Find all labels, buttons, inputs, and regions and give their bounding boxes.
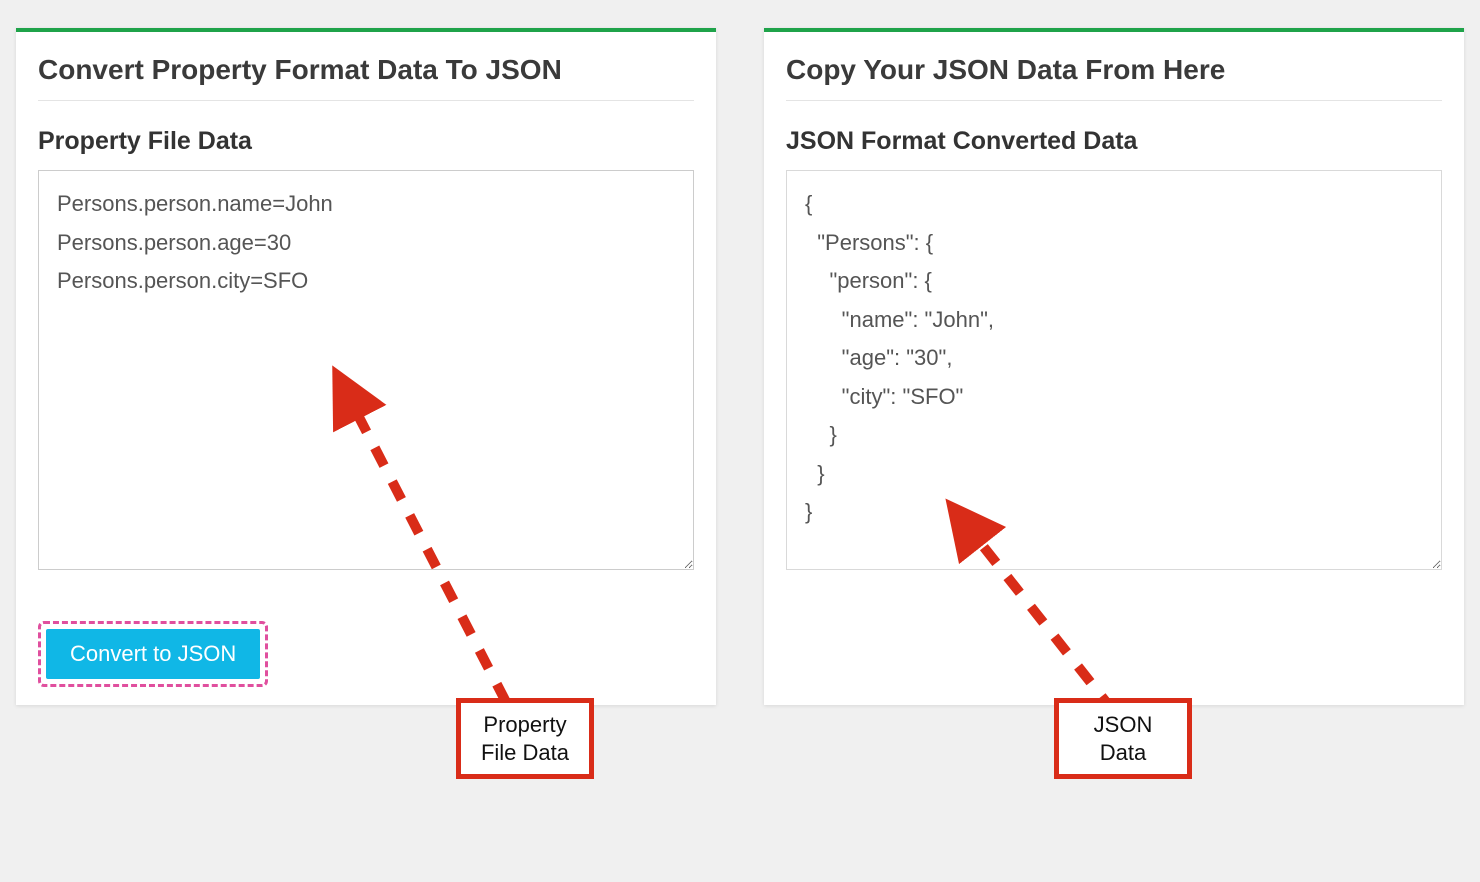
property-file-annotation: PropertyFile Data [456, 698, 594, 779]
json-data-annotation: JSONData [1054, 698, 1192, 779]
json-output-textarea[interactable] [786, 170, 1442, 570]
output-panel-subtitle: JSON Format Converted Data [786, 127, 1442, 156]
input-panel: Convert Property Format Data To JSON Pro… [16, 28, 716, 705]
convert-to-json-button[interactable]: Convert to JSON [46, 629, 260, 679]
property-file-textarea[interactable] [38, 170, 694, 570]
convert-button-highlight: Convert to JSON [38, 621, 268, 687]
output-panel: Copy Your JSON Data From Here JSON Forma… [764, 28, 1464, 705]
input-panel-title: Convert Property Format Data To JSON [38, 54, 694, 101]
output-panel-title: Copy Your JSON Data From Here [786, 54, 1442, 101]
input-panel-subtitle: Property File Data [38, 127, 694, 156]
